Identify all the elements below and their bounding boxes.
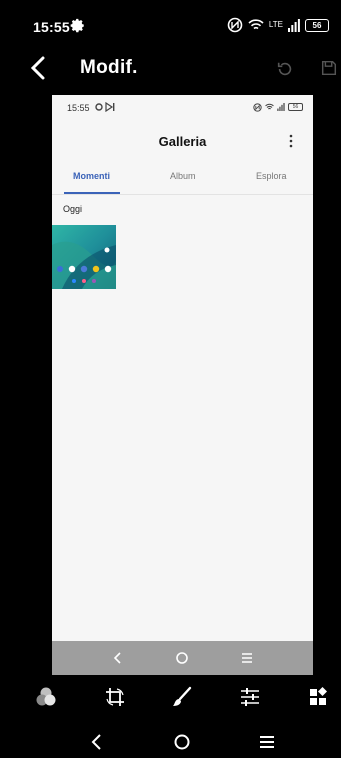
adjust-icon[interactable] [238, 685, 262, 709]
tab-momenti: Momenti [73, 171, 110, 181]
settings-gear-icon [70, 18, 84, 33]
sticker-icon[interactable] [307, 685, 331, 709]
preview-battery-level: 56 [292, 104, 299, 110]
tab-esplora: Esplora [256, 171, 287, 181]
tabs-divider [52, 194, 313, 195]
preview-recents-icon [242, 653, 252, 663]
nfc-icon [227, 17, 243, 33]
preview-nav-bar [52, 641, 313, 675]
preview-signal-icon [277, 103, 285, 111]
battery-level: 56 [312, 20, 322, 30]
more-options-icon [289, 134, 293, 148]
preview-home-icon [176, 652, 188, 664]
status-bar: 15:55 LTE 56 [0, 0, 341, 50]
section-label: Oggi [63, 204, 83, 214]
brush-icon[interactable] [170, 685, 194, 709]
crop-rotate-icon[interactable] [103, 685, 127, 709]
status-time: 15:55 [33, 19, 70, 35]
preview-back-icon [113, 652, 121, 664]
editor-toolbar [0, 683, 341, 713]
nav-back-icon[interactable] [86, 731, 108, 753]
preview-battery-icon: 56 [288, 103, 303, 111]
gallery-title: Galleria [158, 134, 207, 149]
nav-recents-icon[interactable] [256, 731, 278, 753]
save-icon[interactable] [320, 59, 338, 77]
preview-time: 15:55 [67, 103, 90, 113]
undo-icon[interactable] [276, 60, 294, 78]
nav-home-icon[interactable] [171, 731, 193, 753]
signal-icon [288, 18, 300, 32]
tab-album: Album [170, 171, 196, 181]
photo-thumbnail [52, 225, 116, 289]
wifi-icon [248, 19, 264, 30]
gallery-tabs: Momenti Album Esplora [52, 171, 313, 194]
preview-nfc-icon [253, 102, 262, 112]
back-arrow-icon[interactable] [28, 56, 48, 80]
editor-header: Modif. [0, 50, 341, 90]
network-type: LTE [268, 20, 283, 29]
preview-status-bar: 15:55 56 [52, 95, 313, 119]
preview-wifi-icon [265, 103, 274, 110]
battery-icon: 56 [305, 18, 329, 32]
page-title: Modif. [80, 57, 138, 78]
filters-icon[interactable] [34, 685, 58, 709]
edited-screenshot: 15:55 56 Galleria Momenti Album Esplora … [52, 95, 313, 675]
system-nav-bar [0, 725, 341, 758]
preview-status-icons [95, 102, 115, 112]
